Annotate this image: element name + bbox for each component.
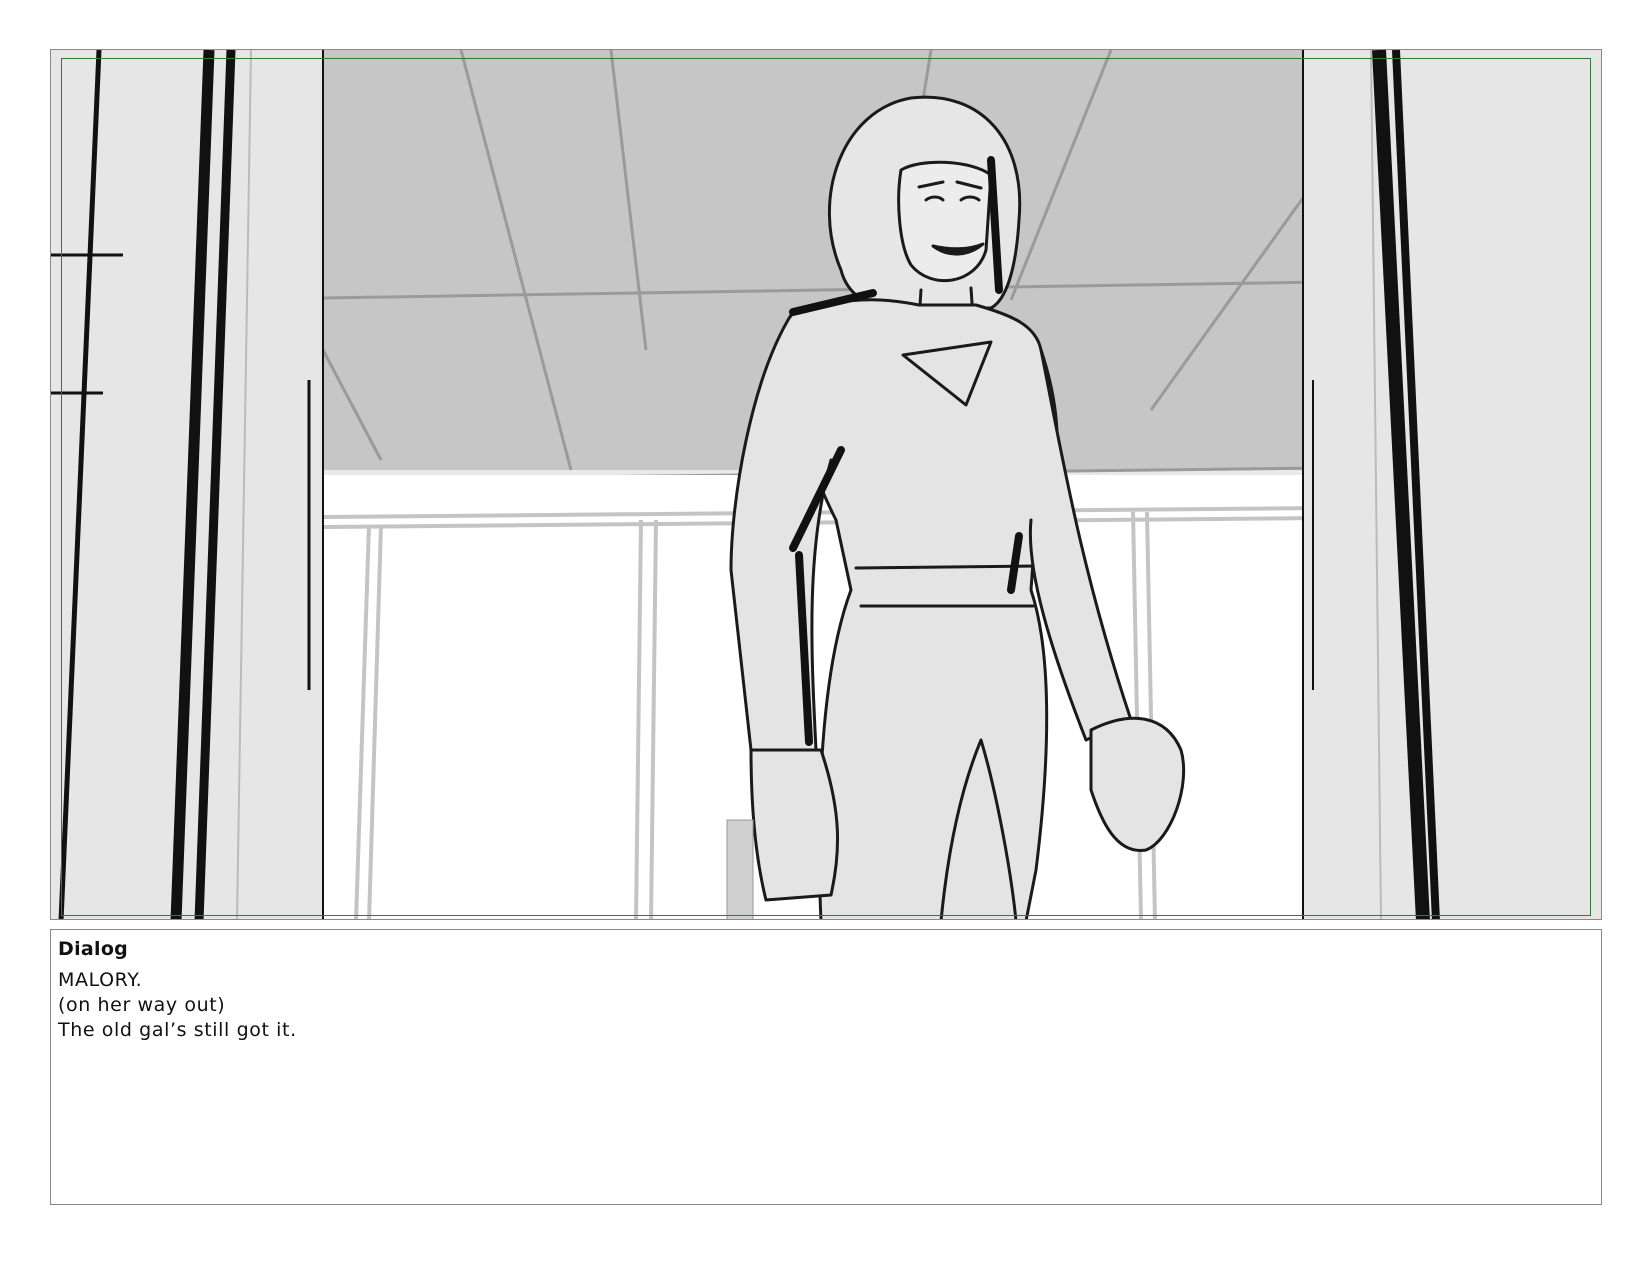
dialog-lines: MALORY. (on her way out) The old gal’s s… [58,968,297,1043]
dialog-heading: Dialog [58,938,129,960]
dialog-box: Dialog MALORY. (on her way out) The old … [50,929,1602,1205]
dialog-line: The old gal’s still got it. [58,1019,297,1041]
dialog-parenthetical: (on her way out) [58,994,226,1016]
storyboard-sketch-image [51,50,1601,919]
dialog-character: MALORY. [58,969,143,991]
storyboard-panel [50,49,1602,920]
